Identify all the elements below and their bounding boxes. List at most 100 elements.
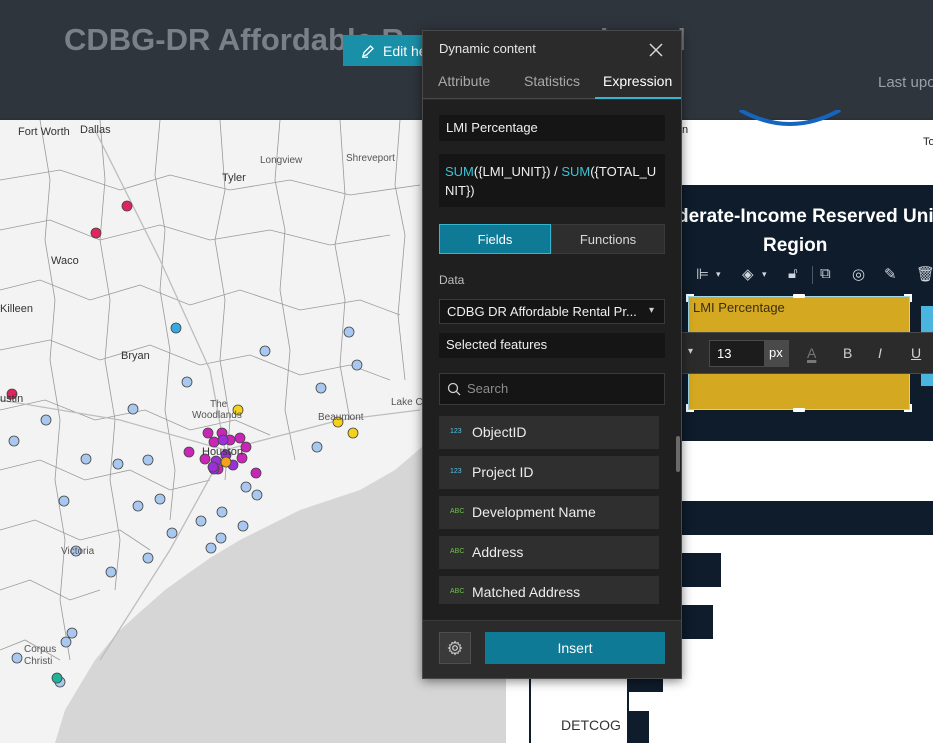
capture-icon[interactable]: ◎: [852, 265, 865, 283]
resize-corner-br[interactable]: [904, 404, 912, 412]
layers-icon[interactable]: ◈: [742, 265, 754, 283]
functions-toggle-button[interactable]: Functions: [551, 224, 665, 254]
fields-toggle-button[interactable]: Fields: [439, 224, 551, 254]
map-label-houston: Houston: [202, 446, 243, 458]
expr-argument: ({TOTAL_U: [590, 164, 657, 179]
edit-header-label: Edit he: [383, 43, 427, 59]
search-icon: [447, 382, 461, 396]
popup-tabs: Attribute Statistics Expression: [423, 71, 681, 99]
map-label-shreveport: Shreveport: [346, 153, 395, 164]
resize-handle-bottom[interactable]: [793, 408, 805, 412]
underline-button[interactable]: U: [911, 345, 921, 361]
expression-editor[interactable]: SUM({LMI_UNIT}) / SUM({TOTAL_U NIT}): [439, 154, 665, 207]
delete-icon[interactable]: 🗑︎: [916, 265, 933, 283]
bold-button[interactable]: B: [843, 345, 852, 361]
list-item[interactable]: 123 Project ID: [439, 456, 659, 489]
chart-category-label: DETCOG: [561, 717, 621, 733]
resize-corner-bl[interactable]: [686, 404, 694, 412]
string-type-icon: ABC: [450, 548, 465, 555]
toolbar-divider: [812, 266, 813, 284]
string-type-icon: ABC: [450, 588, 465, 595]
resize-handle-top[interactable]: [793, 294, 805, 298]
field-list: 123 ObjectID 123 Project ID ABC Developm…: [439, 416, 665, 604]
expr-argument: ({LMI_UNIT}): [473, 164, 551, 179]
popup-title: Dynamic content: [439, 41, 536, 56]
edit-header-button[interactable]: Edit he: [343, 35, 433, 66]
panel-title-line2: Region: [763, 235, 828, 256]
insert-button[interactable]: Insert: [485, 632, 665, 664]
field-search-input[interactable]: Search: [439, 373, 665, 405]
number-type-icon: 123: [450, 468, 462, 475]
panel-title-line1: derate-Income Reserved Uni: [677, 206, 933, 227]
map-label-austin: ustin: [0, 393, 24, 405]
align-icon[interactable]: ⊫: [696, 265, 709, 283]
map-label-bryan: Bryan: [121, 350, 150, 362]
list-item[interactable]: 123 ObjectID: [439, 416, 659, 449]
map-label-victoria: Victoria: [61, 546, 95, 557]
map-label-dallas: Dallas: [80, 124, 111, 136]
data-source-value: CDBG DR Affordable Rental Pr...: [447, 304, 637, 319]
settings-button[interactable]: [439, 632, 471, 664]
data-source-select[interactable]: CDBG DR Affordable Rental Pr... ▾: [439, 299, 665, 324]
chart-bar[interactable]: [629, 711, 649, 743]
field-list-scrollbar[interactable]: [676, 436, 680, 472]
map-label-corpus: Corpus: [24, 644, 57, 655]
font-unit-label[interactable]: px: [765, 340, 789, 367]
dashboard-top-text-right: To: [923, 136, 933, 148]
tab-attribute[interactable]: Attribute: [438, 73, 490, 89]
chevron-down-icon[interactable]: ▾: [688, 346, 693, 357]
unlock-icon[interactable]: 🔓︎: [788, 265, 798, 282]
gear-icon: [447, 640, 463, 656]
field-name: Address: [472, 544, 524, 560]
selection-mode-select[interactable]: Selected features: [439, 333, 665, 358]
duplicate-icon[interactable]: ⧉: [820, 265, 831, 282]
field-name: Matched Address: [472, 584, 581, 600]
active-tab-indicator: [595, 97, 681, 99]
tab-expression[interactable]: Expression: [603, 73, 672, 89]
dynamic-content-popup: Dynamic content Attribute Statistics Exp…: [422, 30, 682, 679]
expr-operator: /: [550, 164, 562, 179]
chevron-down-icon[interactable]: ▾: [716, 269, 721, 280]
edit-note-icon[interactable]: ✎: [884, 265, 897, 283]
expr-function: SUM: [445, 164, 474, 179]
list-item[interactable]: ABC Address: [439, 536, 659, 569]
number-type-icon: 123: [450, 428, 462, 435]
resize-corner-tl[interactable]: [686, 294, 694, 302]
field-name: ObjectID: [472, 424, 527, 440]
map-label-beaumont: Beaumont: [318, 412, 364, 423]
field-name: Project ID: [472, 464, 534, 480]
expr-function: SUM: [561, 164, 591, 179]
popup-footer: Insert: [423, 620, 681, 678]
data-section-label: Data: [439, 273, 465, 287]
chevron-down-icon: ▾: [649, 305, 655, 316]
map-label-christi: Christi: [24, 656, 53, 667]
last-updated-text: Last upo: [878, 74, 933, 91]
map-label-the: The: [210, 399, 228, 410]
resize-corner-tr[interactable]: [904, 294, 912, 302]
map-label-woodlands: Woodlands: [192, 410, 242, 421]
string-type-icon: ABC: [450, 508, 465, 515]
expression-name-input[interactable]: LMI Percentage: [439, 115, 665, 141]
tab-statistics[interactable]: Statistics: [524, 73, 580, 89]
search-placeholder: Search: [467, 381, 509, 396]
map-label-lake-charles: Lake C: [391, 397, 423, 408]
widget-toolbar: ⊫ ▾ ◈ ▾ 🔓︎ ⧉ ◎ ✎ 🗑︎: [686, 260, 933, 290]
pencil-icon: [362, 45, 374, 58]
map-label-longview: Longview: [260, 155, 303, 166]
map-label-waco: Waco: [51, 255, 79, 267]
app-root: CDBG-DR Affordable Rboard Last upo Edit …: [0, 0, 933, 743]
map-label-fort-worth: Fort Worth: [18, 126, 70, 138]
font-color-button[interactable]: A: [807, 345, 816, 361]
close-icon[interactable]: [647, 41, 665, 59]
expr-argument: NIT}): [445, 183, 475, 198]
italic-button[interactable]: I: [878, 345, 882, 361]
font-size-input[interactable]: 13: [709, 340, 765, 367]
map-label-tyler: Tyler: [222, 172, 246, 184]
list-item[interactable]: ABC Development Name: [439, 496, 659, 529]
field-name: Development Name: [472, 504, 596, 520]
map-label-killeen: Killeen: [0, 303, 34, 315]
chevron-down-icon[interactable]: ▾: [762, 269, 767, 280]
list-item[interactable]: ABC Matched Address: [439, 576, 659, 604]
text-widget-content[interactable]: LMI Percentage: [693, 300, 785, 315]
gauge-arc-fragment: [739, 110, 841, 126]
